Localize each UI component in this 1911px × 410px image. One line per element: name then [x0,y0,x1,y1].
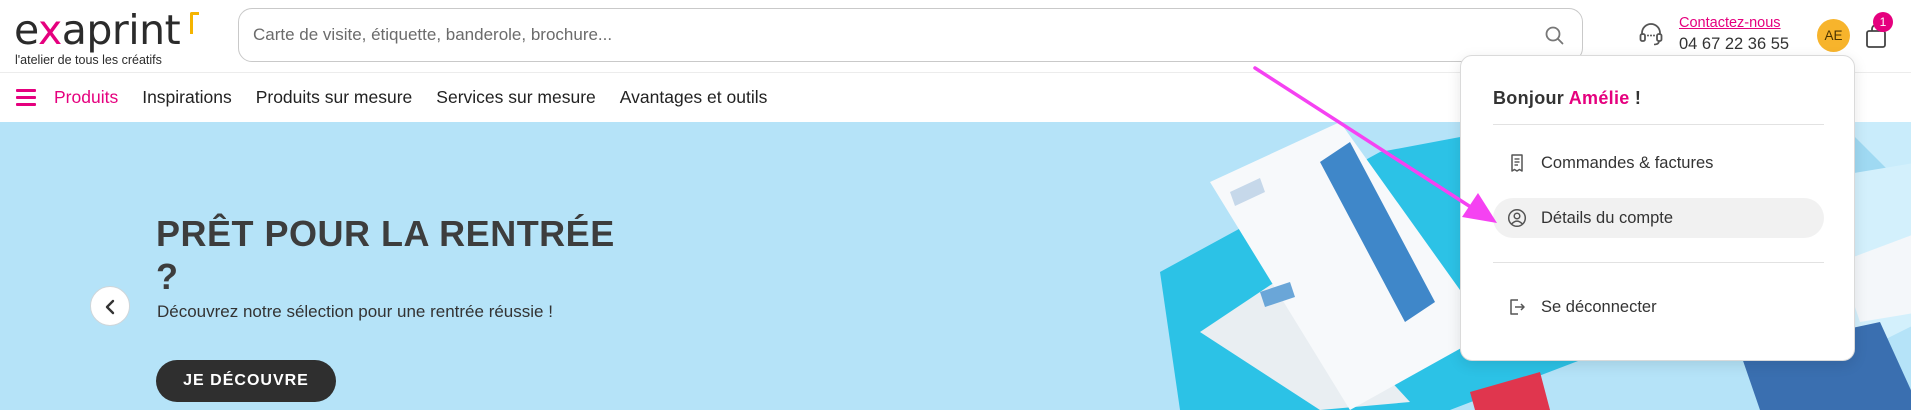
search-bar [238,8,1583,62]
hero-cta-button[interactable]: JE DÉCOUVRE [156,360,336,402]
receipt-icon [1511,154,1523,172]
hero-subtitle: Découvrez notre sélection pour une rentr… [157,302,553,321]
hero-title: PRÊT POUR LA RENTRÉE ? [156,213,615,297]
contact-block: Contactez-nous 04 67 22 36 55 [1679,14,1809,55]
account-avatar[interactable]: AE [1817,19,1850,52]
menu-item-label: Commandes & factures [1541,154,1714,172]
account-dropdown: Bonjour Amélie ! Commandes & factures Dé… [1460,55,1855,361]
logo-tagline: l'atelier de tous les créatifs [15,53,162,67]
exaprint-logo[interactable]: exaprint l'atelier de tous les créatifs [14,6,204,67]
search-icon [1545,26,1564,45]
search-input[interactable] [253,21,1503,49]
greeting: Bonjour Amélie ! [1493,88,1642,108]
logout-icon [1510,299,1525,315]
headset-icon[interactable] [1637,20,1665,48]
nav-item-services-sur-mesure[interactable]: Services sur mesure [436,86,596,108]
chevron-left-icon [105,299,115,315]
carousel-prev-button[interactable] [90,286,130,326]
contact-phone: 04 67 22 36 55 [1679,35,1790,53]
nav-item-produits-sur-mesure[interactable]: Produits sur mesure [256,86,413,108]
menu-item-label: Détails du compte [1541,209,1674,227]
menu-item-account-details[interactable]: Détails du compte [1493,198,1824,238]
logo-accent [190,12,199,34]
nav-item-inspirations[interactable]: Inspirations [142,86,232,108]
user-circle-icon [1507,208,1527,228]
menu-item-logout[interactable]: Se déconnecter [1493,287,1824,327]
cart-count-badge: 1 [1873,12,1893,32]
menu-item-label: Se déconnecter [1541,298,1657,316]
contact-link[interactable]: Contactez-nous [1679,14,1809,32]
user-name: Amélie [1568,88,1630,108]
menu-item-orders-invoices[interactable]: Commandes & factures [1493,143,1824,183]
menu-icon[interactable] [16,89,36,106]
logo-wordmark: exaprint [14,6,181,54]
nav-item-avantages-et-outils[interactable]: Avantages et outils [620,86,768,108]
divider [1493,124,1824,125]
search-button[interactable] [1540,21,1570,51]
nav-item-produits[interactable]: Produits [54,86,118,108]
divider [1493,262,1824,263]
